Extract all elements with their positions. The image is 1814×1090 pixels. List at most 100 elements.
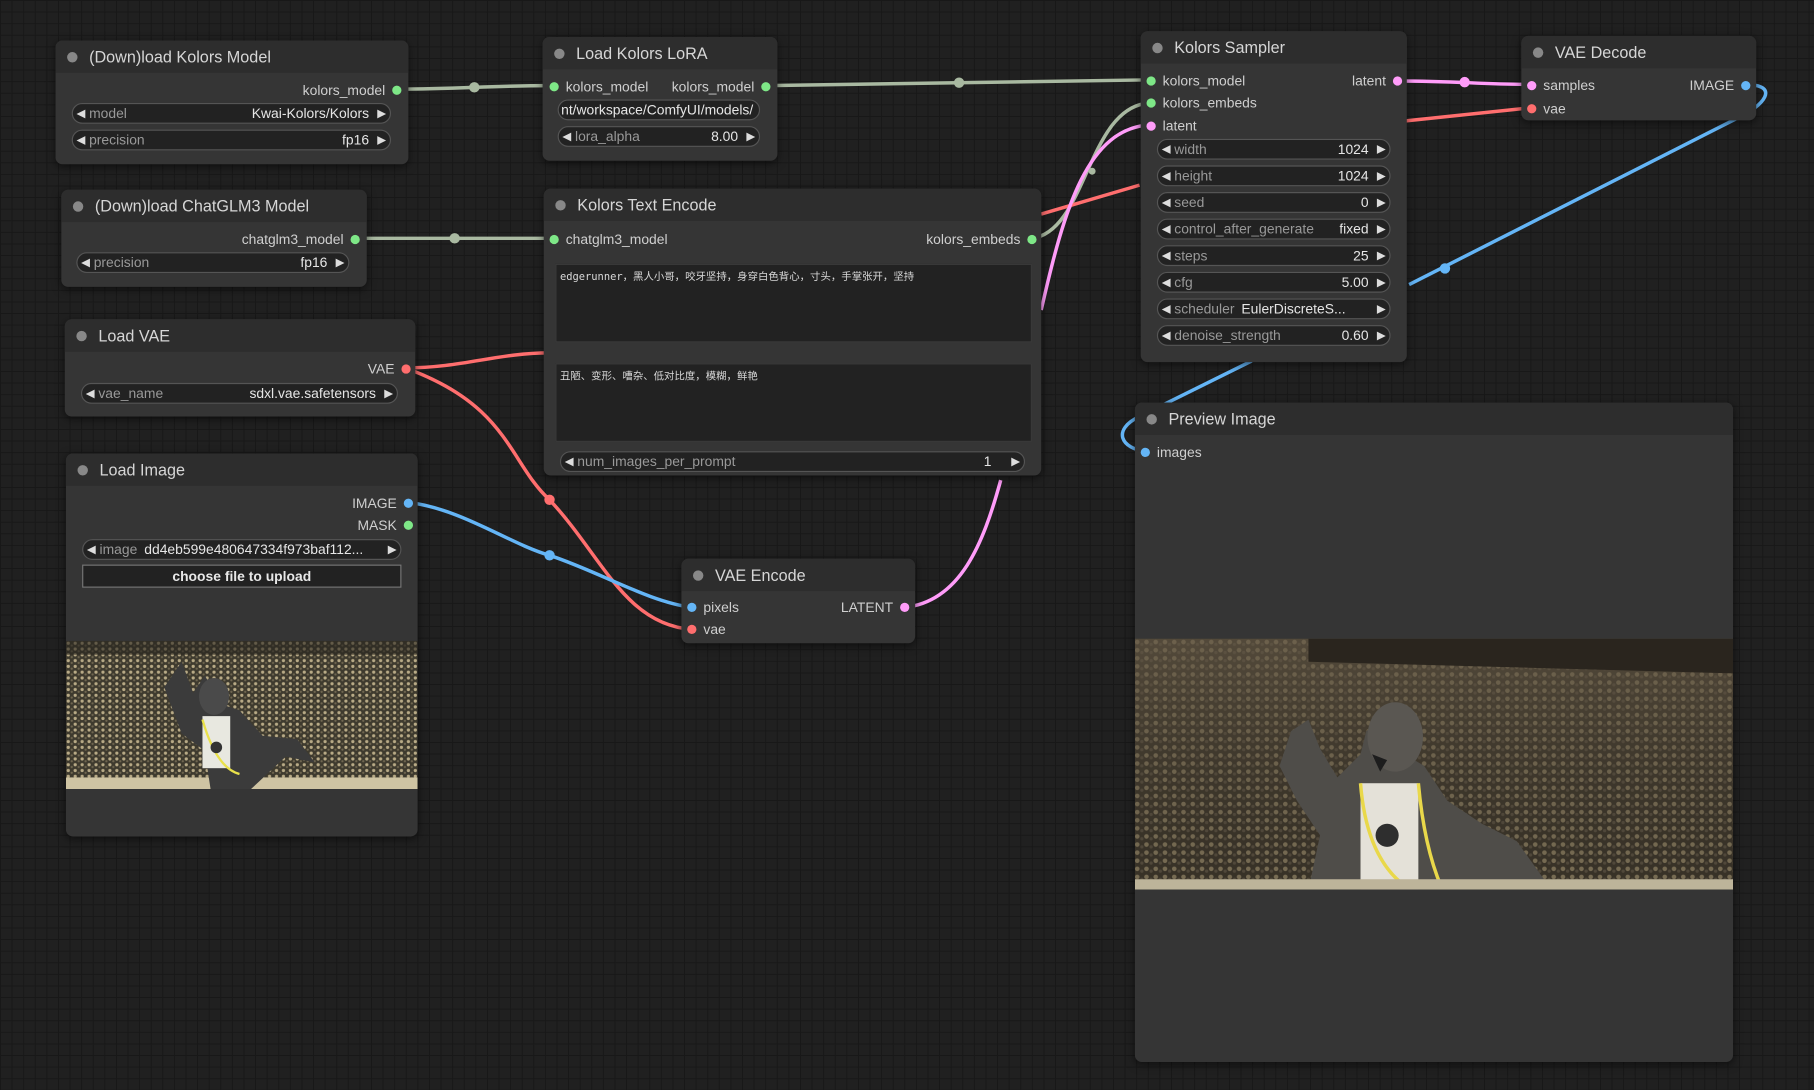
right-arrow-icon[interactable]: ▶: [1373, 223, 1389, 236]
input-pin-icon[interactable]: [1527, 80, 1537, 91]
node-title[interactable]: Load Kolors LoRA: [542, 37, 778, 70]
output-kolors-model[interactable]: kolors_model: [303, 82, 402, 98]
collapse-dot-icon[interactable]: [554, 48, 565, 59]
prompt-textarea[interactable]: edgerunner，黑人小哥，咬牙坚持，身穿白色背心，寸头，手掌张开，坚持: [555, 263, 1032, 343]
left-arrow-icon[interactable]: ◀: [1158, 223, 1174, 236]
output-kolors-model[interactable]: kolors_model: [672, 79, 771, 95]
output-latent[interactable]: LATENT: [841, 599, 910, 615]
output-pin-icon[interactable]: [1027, 234, 1037, 245]
left-arrow-icon[interactable]: ◀: [1158, 303, 1174, 316]
node-title[interactable]: Load Image: [65, 453, 418, 486]
output-image[interactable]: IMAGE: [352, 495, 414, 511]
precision-combo[interactable]: ◀ precision fp16 ▶: [76, 252, 350, 274]
collapse-dot-icon[interactable]: [1152, 42, 1163, 53]
load-vae-node[interactable]: Load VAE VAE ◀ vae_name sdxl.vae.safetenso…: [64, 319, 416, 417]
input-images[interactable]: images: [1140, 444, 1202, 460]
node-title[interactable]: Load VAE: [64, 319, 416, 352]
precision-combo[interactable]: ◀ precision fp16 ▶: [71, 129, 392, 151]
vae-decode-node[interactable]: VAE Decode samples vae IMAGE: [1521, 35, 1757, 121]
output-pin-icon[interactable]: [1392, 76, 1403, 86]
input-pin-icon[interactable]: [687, 624, 697, 634]
choose-file-button[interactable]: choose file to upload: [82, 564, 402, 588]
num-images-number[interactable]: ◀ num_images_per_prompt 1 ▶: [559, 451, 1026, 473]
input-vae[interactable]: vae: [687, 621, 726, 637]
load-image-node[interactable]: Load Image IMAGE MASK ◀ image dd4eb599e480…: [65, 453, 418, 837]
vae-name-combo[interactable]: ◀ vae_name sdxl.vae.safetensors ▶: [80, 382, 398, 404]
left-arrow-icon[interactable]: ◀: [73, 134, 89, 147]
output-pin-icon[interactable]: [392, 85, 402, 95]
input-pin-icon[interactable]: [1146, 121, 1156, 131]
left-arrow-icon[interactable]: ◀: [82, 387, 98, 400]
right-arrow-icon[interactable]: ▶: [1373, 143, 1389, 156]
left-arrow-icon[interactable]: ◀: [559, 130, 575, 143]
kolors-sampler-node[interactable]: Kolors Sampler kolors_model kolors_embed…: [1140, 31, 1407, 363]
output-vae[interactable]: VAE: [368, 361, 411, 377]
output-image[interactable]: IMAGE: [1689, 78, 1751, 94]
model-combo[interactable]: ◀ model Kwai-Kolors/Kolors ▶: [71, 102, 392, 124]
node-title[interactable]: Kolors Sampler: [1140, 31, 1407, 64]
node-title[interactable]: VAE Decode: [1521, 35, 1757, 69]
right-arrow-icon[interactable]: ▶: [1373, 276, 1389, 289]
collapse-dot-icon[interactable]: [692, 569, 704, 581]
right-arrow-icon[interactable]: ▶: [374, 134, 390, 147]
negative-prompt-textarea[interactable]: 丑陋、变形、嘈杂、低对比度，模糊，鲜艳: [555, 363, 1032, 442]
output-mask[interactable]: MASK: [357, 517, 414, 533]
left-arrow-icon[interactable]: ◀: [1158, 169, 1174, 182]
input-pin-icon[interactable]: [1146, 76, 1156, 86]
vae-encode-node[interactable]: VAE Encode pixels vae LATENT: [681, 558, 916, 644]
seed-number[interactable]: ◀ seed 0 ▶: [1156, 192, 1391, 213]
right-arrow-icon[interactable]: ▶: [1008, 455, 1024, 468]
input-vae[interactable]: vae: [1527, 101, 1566, 117]
denoise-strength-number[interactable]: ◀ denoise_strength 0.60 ▶: [1156, 325, 1391, 346]
output-pin-icon[interactable]: [350, 234, 360, 245]
output-chatglm3-model[interactable]: chatglm3_model: [242, 231, 360, 248]
output-pin-icon[interactable]: [761, 82, 771, 92]
output-pin-icon[interactable]: [403, 520, 414, 530]
input-samples[interactable]: samples: [1527, 78, 1595, 94]
node-title[interactable]: Kolors Text Encode: [543, 188, 1042, 221]
right-arrow-icon[interactable]: ▶: [743, 130, 759, 143]
right-arrow-icon[interactable]: ▶: [1373, 196, 1389, 209]
input-pin-icon[interactable]: [1527, 104, 1537, 114]
output-pin-icon[interactable]: [1741, 80, 1751, 91]
left-arrow-icon[interactable]: ◀: [1158, 143, 1174, 156]
output-kolors-embeds[interactable]: kolors_embeds: [926, 231, 1037, 248]
download-kolors-model-node[interactable]: (Down)load Kolors Model kolors_model ◀ mo…: [55, 40, 409, 165]
left-arrow-icon[interactable]: ◀: [73, 107, 89, 120]
height-number[interactable]: ◀ height 1024 ▶: [1156, 165, 1391, 187]
output-pin-icon[interactable]: [403, 498, 414, 508]
left-arrow-icon[interactable]: ◀: [561, 455, 577, 468]
left-arrow-icon[interactable]: ◀: [78, 256, 94, 269]
download-chatglm3-model-node[interactable]: (Down)load ChatGLM3 Model chatglm3_model…: [61, 189, 367, 287]
input-pin-icon[interactable]: [687, 602, 697, 613]
collapse-dot-icon[interactable]: [77, 464, 88, 475]
collapse-dot-icon[interactable]: [76, 330, 87, 341]
cfg-number[interactable]: ◀ cfg 5.00 ▶: [1156, 271, 1391, 293]
load-kolors-lora-node[interactable]: Load Kolors LoRA kolors_model kolors_mod…: [542, 37, 778, 161]
input-latent[interactable]: latent: [1146, 118, 1197, 134]
image-combo[interactable]: ◀ image dd4eb599e480647334f973baf112... ▶: [82, 539, 402, 560]
scheduler-combo[interactable]: ◀ scheduler EulerDiscreteS... ▶: [1156, 298, 1391, 320]
input-pin-icon[interactable]: [549, 82, 559, 92]
input-chatglm3-model[interactable]: chatglm3_model: [549, 231, 668, 248]
preview-image-node[interactable]: Preview Image images: [1134, 402, 1734, 1063]
input-pin-icon[interactable]: [1140, 447, 1150, 457]
lora-path-field[interactable]: nt/workspace/ComfyUI/models/: [557, 99, 761, 121]
right-arrow-icon[interactable]: ▶: [332, 256, 348, 269]
left-arrow-icon[interactable]: ◀: [1158, 196, 1174, 209]
output-pin-icon[interactable]: [401, 364, 411, 374]
output-latent[interactable]: latent: [1352, 73, 1403, 89]
collapse-dot-icon[interactable]: [72, 200, 84, 212]
lora-alpha-number[interactable]: ◀ lora_alpha 8.00 ▶: [557, 126, 761, 147]
left-arrow-icon[interactable]: ◀: [83, 543, 99, 556]
node-title[interactable]: (Down)load ChatGLM3 Model: [61, 189, 367, 223]
left-arrow-icon[interactable]: ◀: [1158, 249, 1174, 262]
left-arrow-icon[interactable]: ◀: [1158, 276, 1174, 289]
collapse-dot-icon[interactable]: [555, 199, 566, 210]
right-arrow-icon[interactable]: ▶: [1373, 169, 1389, 182]
input-pin-icon[interactable]: [1146, 98, 1156, 108]
node-graph-canvas[interactable]: (Down)load Kolors Model kolors_model ◀ mo…: [0, 0, 1814, 1090]
kolors-text-encode-node[interactable]: Kolors Text Encode chatglm3_model kolors…: [543, 188, 1042, 476]
input-pixels[interactable]: pixels: [687, 599, 739, 615]
collapse-dot-icon[interactable]: [1146, 413, 1157, 425]
